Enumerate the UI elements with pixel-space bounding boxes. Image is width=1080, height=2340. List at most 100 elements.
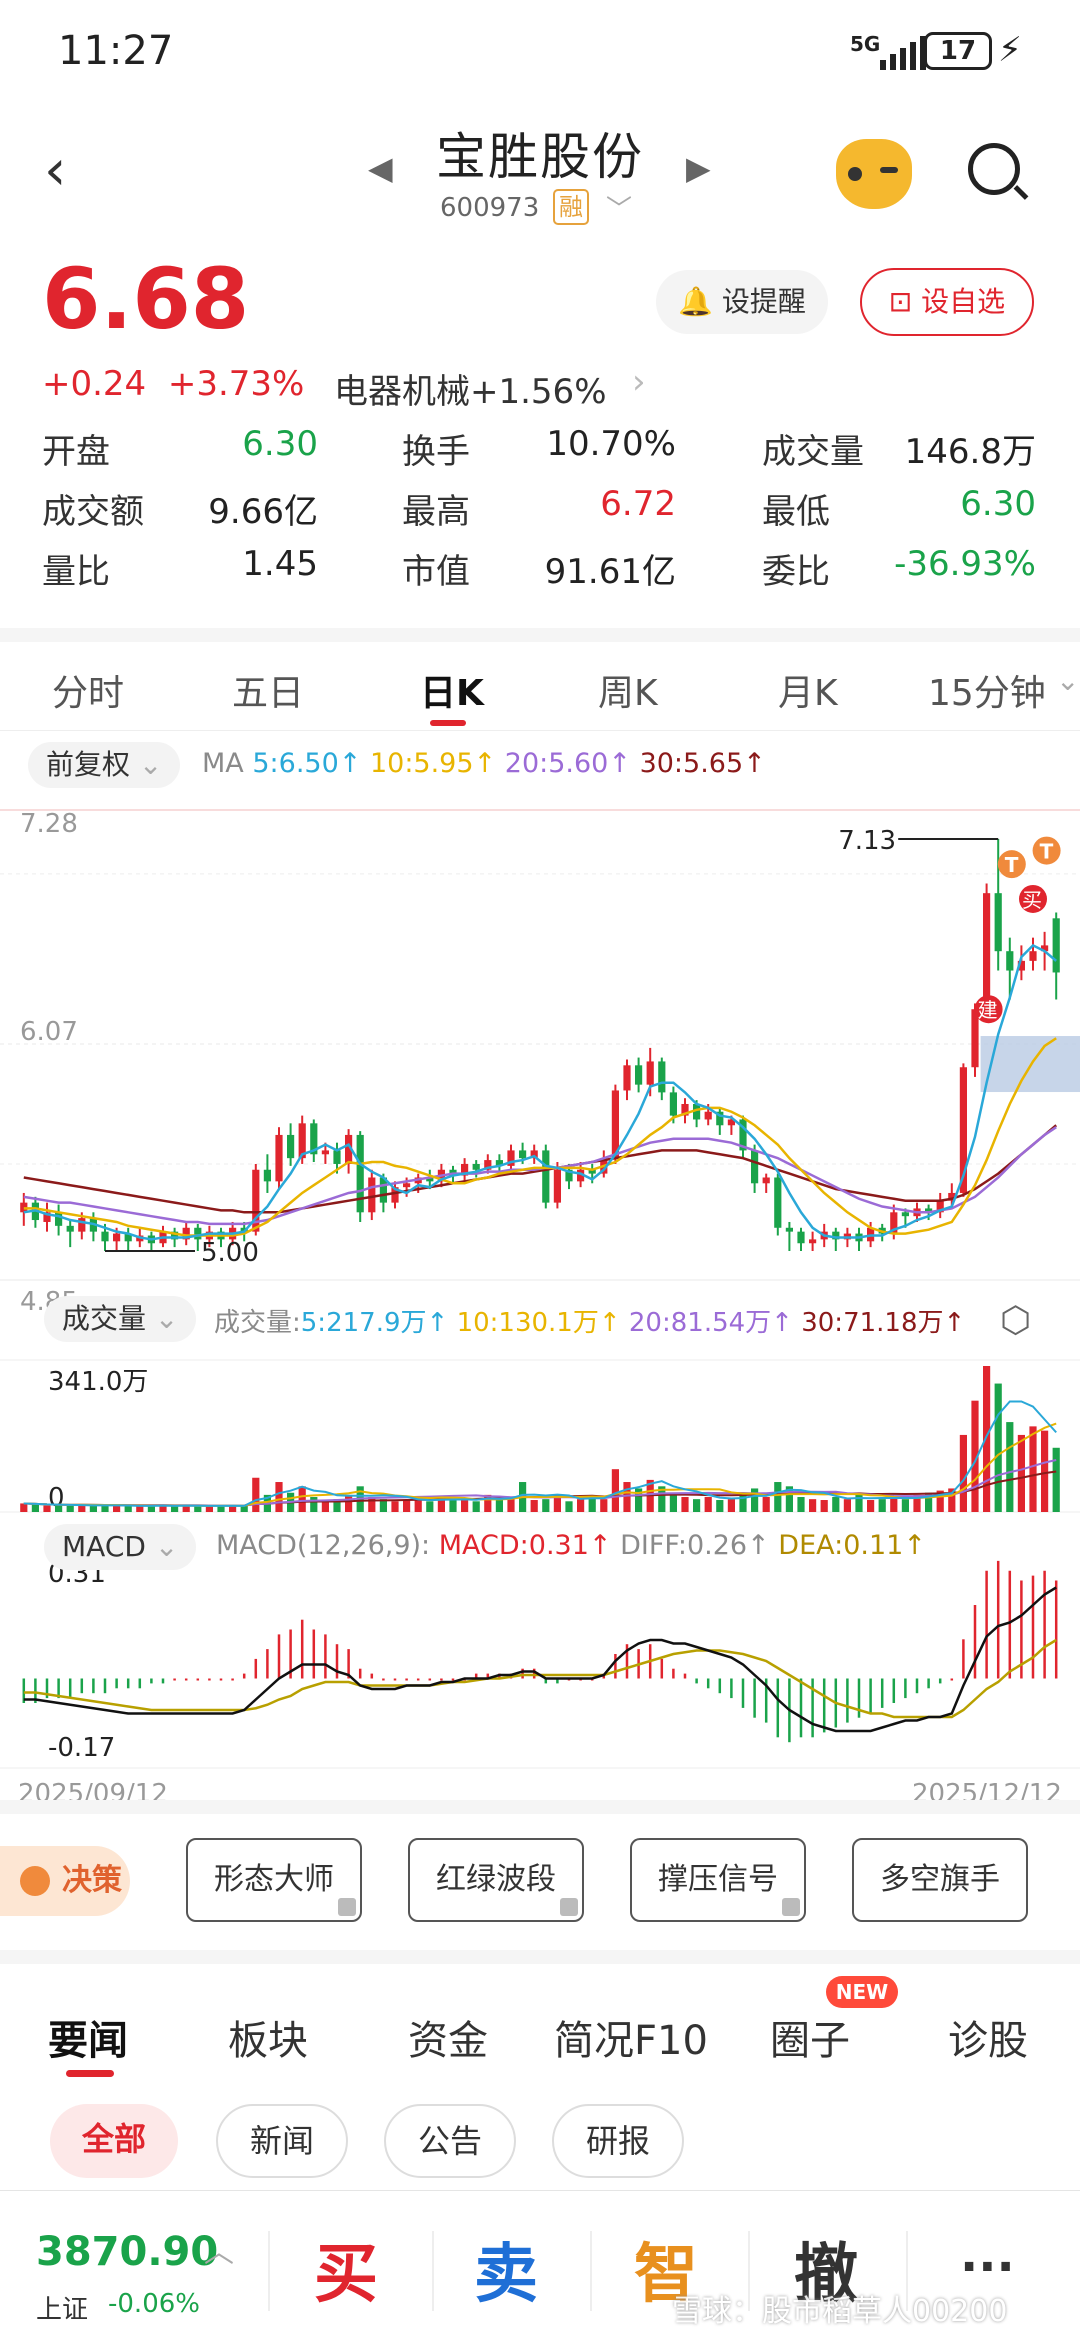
- volume-bar: [611, 1469, 619, 1512]
- subtab-0[interactable]: 全部: [50, 2104, 178, 2178]
- clock: 11:27: [58, 28, 174, 74]
- candle-body: [1029, 951, 1037, 961]
- subtab-3[interactable]: 研报: [552, 2104, 684, 2178]
- decision-button-label: 多空旗手: [880, 1862, 1000, 1897]
- volume-bar: [55, 1505, 63, 1512]
- search-icon[interactable]: [968, 143, 1020, 195]
- subtab-1[interactable]: 新闻: [216, 2104, 348, 2178]
- volume-bar: [751, 1488, 759, 1512]
- news-tab-0[interactable]: 要闻: [48, 2008, 128, 2066]
- candle-body: [669, 1092, 677, 1116]
- decision-button-1[interactable]: 红绿波段: [408, 1838, 584, 1922]
- ma30-value: 30:5.65↑: [639, 748, 766, 779]
- status-bar: 11:27 5G 17 ⚡: [0, 0, 1080, 105]
- volume-bar: [600, 1499, 608, 1512]
- buy-button[interactable]: 买: [314, 2223, 378, 2315]
- tab-0[interactable]: 分时: [52, 664, 124, 716]
- news-tab-5[interactable]: 诊股: [948, 2008, 1028, 2066]
- volume-select[interactable]: 成交量 ⌄: [44, 1296, 197, 1342]
- news-tab-3[interactable]: 简况F10: [554, 2008, 708, 2066]
- candle-body: [983, 893, 991, 1010]
- set-alert-button[interactable]: 🔔 设提醒: [656, 270, 828, 334]
- news-tab-1[interactable]: 板块: [228, 2008, 308, 2066]
- subtab-2[interactable]: 公告: [384, 2104, 516, 2178]
- vol10-value: 10:130.1万↑: [456, 1308, 621, 1338]
- macd-legend: MACD(12,26,9): MACD:0.31↑ DIFF:0.26↑ DEA…: [216, 1530, 926, 1561]
- section-divider: [0, 1800, 1080, 1814]
- candle-body: [472, 1163, 480, 1170]
- build-marker-label: 建: [978, 998, 998, 1022]
- stock-code: 600973: [440, 193, 540, 223]
- x-axis-start: 2025/09/12: [18, 1779, 168, 1800]
- screen: 11:27 5G 17 ⚡ ‹ ◀ 宝胜股份 ▶ 600973 融 ﹀ 6.68…: [0, 0, 1080, 2340]
- volume-bar: [878, 1499, 886, 1512]
- news-tab-2[interactable]: 资金: [408, 2008, 488, 2066]
- chevron-down-icon[interactable]: ﹀: [606, 189, 632, 226]
- candle-body: [542, 1150, 550, 1203]
- tab-2[interactable]: 日K: [420, 664, 484, 716]
- candle-body: [658, 1061, 666, 1093]
- settings-icon[interactable]: ⬡: [1000, 1300, 1031, 1341]
- volume-bar: [681, 1497, 689, 1512]
- stock-name: 宝胜股份: [436, 128, 644, 186]
- news-tab-4[interactable]: 圈子: [770, 2008, 850, 2066]
- high-marker: 7.13: [838, 826, 896, 856]
- chevron-right-icon[interactable]: ›: [632, 362, 646, 402]
- volume-label: 成交量:: [214, 1308, 301, 1338]
- candle-body: [287, 1134, 295, 1159]
- volume-bar: [449, 1500, 457, 1512]
- lock-icon: [338, 1898, 356, 1916]
- charging-icon: ⚡: [998, 30, 1022, 70]
- tab-4[interactable]: 月K: [778, 664, 838, 716]
- volume-bar: [252, 1477, 260, 1512]
- volume-bar: [530, 1500, 538, 1512]
- volume-bar: [368, 1497, 376, 1512]
- mascot-icon[interactable]: [836, 139, 912, 209]
- macd-select[interactable]: MACD ⌄: [44, 1524, 197, 1570]
- volume-bar: [820, 1500, 828, 1512]
- volume-bar: [391, 1501, 399, 1512]
- next-stock-icon[interactable]: ▶: [686, 149, 711, 187]
- ma20-value: 20:5.60↑: [504, 748, 631, 779]
- volume-axis-top: 341.0万: [48, 1367, 148, 1397]
- sell-button[interactable]: 卖: [474, 2223, 538, 2315]
- decision-button-label: 形态大师: [214, 1862, 334, 1897]
- vol5-line: [23, 1400, 1057, 1507]
- adjust-select[interactable]: 前复权 ⌄: [28, 742, 181, 788]
- vol30-value: 30:71.18万↑: [801, 1308, 966, 1338]
- tab-1[interactable]: 五日: [232, 664, 304, 716]
- tab-5[interactable]: 15分钟: [928, 664, 1046, 716]
- set-alert-label: 设提醒: [721, 285, 806, 318]
- volume-bar: [194, 1506, 202, 1512]
- section-divider: [0, 628, 1080, 642]
- volume-bar: [994, 1383, 1002, 1512]
- chevron-down-icon[interactable]: ⌄: [1056, 664, 1079, 697]
- candle-body: [797, 1231, 805, 1244]
- decision-button-0[interactable]: 形态大师: [186, 1838, 362, 1922]
- candle-body: [113, 1233, 121, 1242]
- low-marker: 5.00: [201, 1238, 259, 1268]
- candle-body: [809, 1239, 817, 1244]
- chevron-down-icon: ⌄: [154, 1302, 179, 1335]
- volume-bar: [403, 1500, 411, 1512]
- decision-tab[interactable]: 决策: [0, 1846, 130, 1916]
- add-watchlist-button[interactable]: ⊡ 设自选: [860, 268, 1034, 336]
- volume-bar: [310, 1497, 318, 1512]
- ma10-line: [23, 1037, 1057, 1237]
- volume-bar: [31, 1504, 39, 1512]
- diff-value: DIFF:0.26↑: [620, 1530, 770, 1561]
- ma10-value: 10:5.95↑: [369, 748, 497, 779]
- volume-bar: [716, 1500, 724, 1512]
- decision-button-3[interactable]: 多空旗手: [852, 1838, 1028, 1922]
- candle-body: [646, 1061, 654, 1085]
- margin-badge: 融: [553, 189, 589, 225]
- volume-bar: [774, 1482, 782, 1512]
- candle-body: [101, 1231, 109, 1242]
- volume-bar: [171, 1506, 179, 1512]
- chevron-down-icon: ⌄: [154, 1530, 179, 1563]
- sector-link[interactable]: 电器机械+1.56%: [334, 364, 607, 413]
- tab-3[interactable]: 周K: [598, 664, 658, 716]
- volume-bar: [205, 1506, 213, 1512]
- chevron-down-icon: ⌄: [138, 748, 163, 781]
- decision-button-2[interactable]: 撑压信号: [630, 1838, 806, 1922]
